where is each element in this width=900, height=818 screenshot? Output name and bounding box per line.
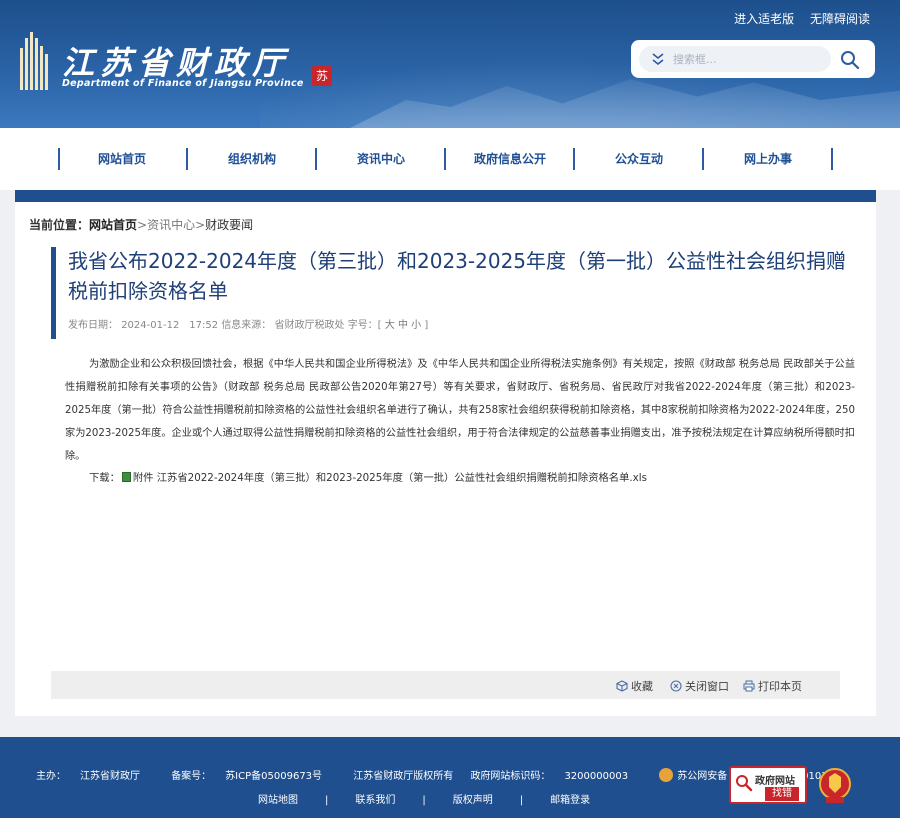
close-icon (670, 680, 682, 692)
print-button[interactable]: 打印本页 (743, 678, 802, 694)
font-size-label: 字号：[ (347, 320, 382, 331)
footer-link-sep: | (519, 795, 524, 806)
search-field-wrapper (639, 46, 831, 72)
accessibility-link[interactable]: 无障碍阅读 (810, 12, 870, 26)
breadcrumb-home[interactable]: 网站首页 (89, 218, 137, 232)
font-size-end: ] (424, 320, 429, 331)
publish-date: 2024-01-12 17:52 (121, 320, 219, 331)
search-input[interactable] (673, 50, 823, 68)
site-name-en: Department of Finance of Jiangsu Provinc… (62, 78, 304, 89)
search-box (631, 40, 875, 78)
font-size-medium[interactable]: 中 (398, 320, 408, 331)
party-government-emblem-icon[interactable] (818, 767, 852, 805)
attachment-label: 附件 (132, 472, 154, 484)
sponsor: 江苏省财政厅 (80, 771, 140, 782)
footer-link-sep: | (422, 795, 426, 806)
breadcrumb-sep: > (137, 218, 148, 232)
search-icon[interactable] (839, 49, 861, 71)
nav-item-news-center[interactable]: 资讯中心 (317, 148, 445, 170)
nav-item-organization[interactable]: 组织机构 (188, 148, 316, 170)
icp-label: 备案号： (171, 771, 212, 782)
footer-link-copyright[interactable]: 版权声明 (453, 795, 493, 806)
gov-site-error-report-badge[interactable]: 政府网站 找错 (729, 766, 807, 804)
footer-links: 网站地图 | 联系我们 | 版权声明 | 邮箱登录 (258, 791, 590, 806)
info-source: 省财政厅税政处 (274, 320, 345, 331)
article-toolbar: 收藏 关闭窗口 打印本页 (51, 671, 840, 699)
sponsor-label: 主办： (36, 771, 66, 782)
top-links: 进入适老版 无障碍阅读 (722, 10, 870, 27)
footer-link-sitemap[interactable]: 网站地图 (258, 795, 298, 806)
cube-icon (616, 680, 628, 692)
article-container: 当前位置：网站首页>资讯中心>财政要闻 我省公布2022-2024年度（第三批）… (15, 202, 876, 716)
gov-badge-action: 找错 (765, 787, 799, 801)
nav-underline-bar (15, 190, 876, 202)
printer-icon (743, 680, 755, 692)
icp-number[interactable]: 苏ICP备05009673号 (225, 771, 322, 782)
close-window-button[interactable]: 关闭窗口 (670, 678, 729, 694)
favorite-button[interactable]: 收藏 (616, 678, 653, 694)
gov-badge-title: 政府网站 (755, 776, 795, 787)
source-label: 信息来源： (221, 320, 272, 331)
copyright: 江苏省财政厅版权所有 (353, 771, 454, 782)
site-id-label: 政府网站标识码： (470, 771, 551, 782)
excel-file-icon (121, 472, 131, 482)
site-id: 3200000003 (564, 771, 629, 782)
site-header: 江苏省财政厅 Department of Finance of Jiangsu … (0, 0, 900, 128)
title-accent-bar (51, 247, 56, 339)
site-footer: 主办： 江苏省财政厅 备案号： 苏ICP备05009673号 江苏省财政厅版权所有 … (0, 737, 900, 818)
download-row: 下载： 附件 江苏省2022-2024年度（第三批）和2023-2025年度（第一… (89, 469, 647, 484)
elderly-mode-link[interactable]: 进入适老版 (734, 12, 794, 26)
nav-item-home[interactable]: 网站首页 (58, 148, 186, 170)
date-label: 发布日期： (68, 320, 118, 331)
article-title: 我省公布2022-2024年度（第三批）和2023-2025年度（第一批）公益性… (68, 249, 847, 303)
police-badge-icon (659, 768, 674, 782)
footer-link-contact[interactable]: 联系我们 (355, 795, 395, 806)
download-label: 下载： (89, 472, 120, 484)
font-size-small[interactable]: 小 (411, 320, 421, 331)
footer-link-mail[interactable]: 邮箱登录 (550, 795, 590, 806)
chevron-down-icon[interactable] (651, 51, 665, 67)
close-window-label: 关闭窗口 (685, 680, 729, 693)
footer-link-sep: | (325, 795, 329, 806)
article-body: 为激励企业和公众积极回馈社会，根据《中华人民共和国企业所得税法》及《中华人民共和… (65, 359, 855, 462)
nav-item-public-interaction[interactable]: 公众互动 (575, 148, 703, 170)
print-label: 打印本页 (758, 680, 802, 693)
main-nav: 网站首页 组织机构 资讯中心 政府信息公开 公众互动 网上办事 (0, 128, 900, 190)
logo-seal: 苏 (312, 66, 332, 86)
attachment-link[interactable]: 江苏省2022-2024年度（第三批）和2023-2025年度（第一批）公益性社… (157, 472, 647, 484)
logo-building-icon (18, 30, 48, 90)
breadcrumb-news-center[interactable]: 资讯中心 (147, 218, 195, 232)
nav-item-gov-info[interactable]: 政府信息公开 (446, 148, 574, 170)
breadcrumb-finance-news[interactable]: 财政要闻 (205, 218, 253, 232)
font-size-large[interactable]: 大 (385, 320, 395, 331)
nav-divider (831, 148, 833, 170)
favorite-label: 收藏 (631, 680, 653, 693)
article-meta: 发布日期： 2024-01-12 17:52 信息来源： 省财政厅税政处 字号：… (68, 316, 428, 331)
breadcrumb-prefix: 当前位置： (29, 218, 90, 232)
breadcrumb-sep: > (195, 218, 206, 232)
magnifier-icon (736, 775, 753, 792)
nav-item-online-services[interactable]: 网上办事 (704, 148, 832, 170)
breadcrumb: 当前位置：网站首页>资讯中心>财政要闻 (29, 216, 253, 233)
